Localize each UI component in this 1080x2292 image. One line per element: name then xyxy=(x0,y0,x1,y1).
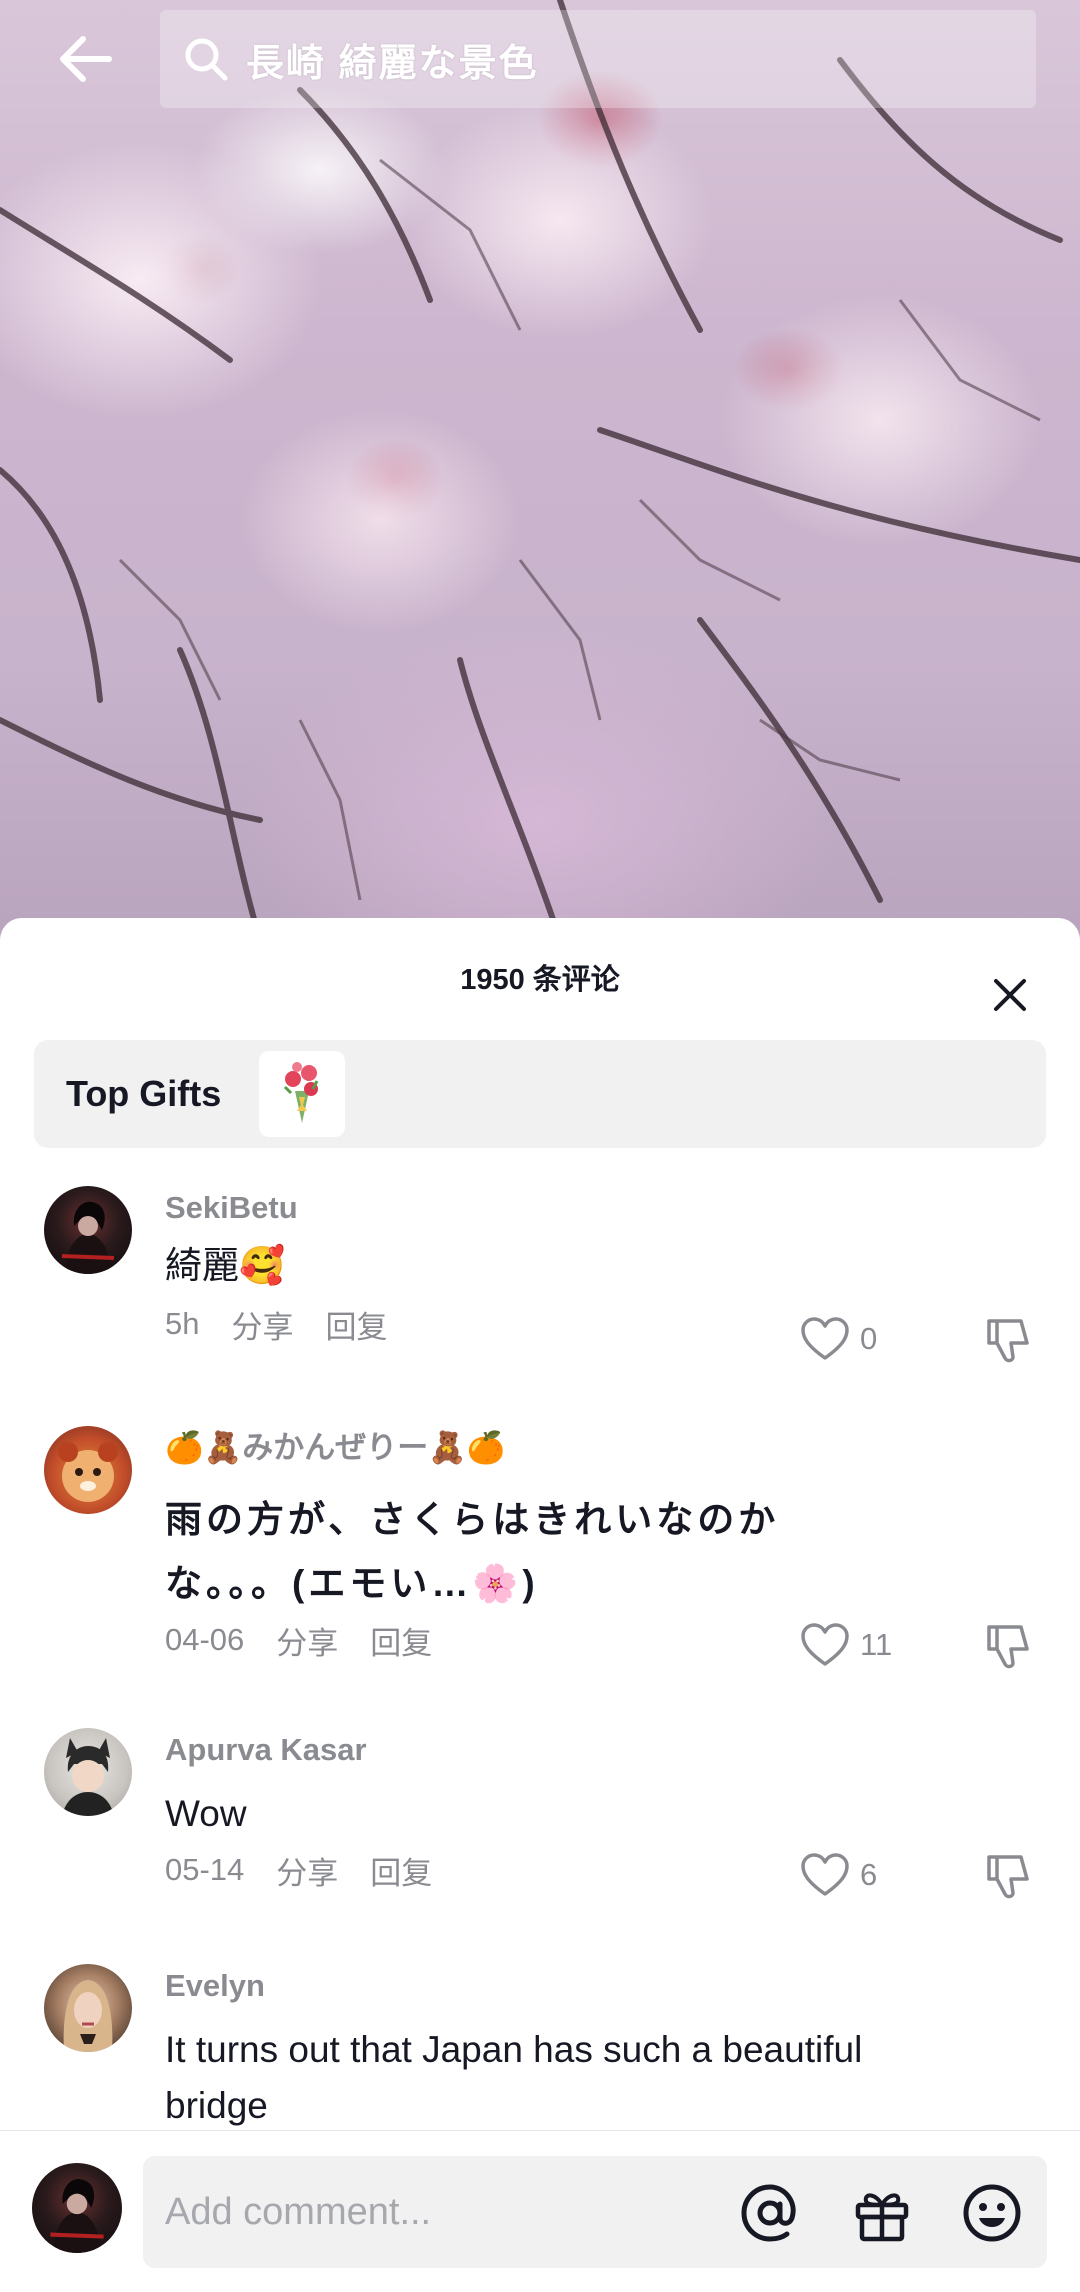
share-link[interactable]: 分享 xyxy=(276,1618,338,1663)
avatar-image xyxy=(58,1442,118,1502)
emoji-button[interactable] xyxy=(961,2182,1023,2244)
comment-item: 🍊🧸みかんぜりー🧸🍊 雨の方が、さくらはきれいなのか な。。。(エモい…🌸) 0… xyxy=(0,1426,1080,1728)
heart-icon xyxy=(801,1853,849,1896)
close-icon xyxy=(994,979,1026,1011)
top-gifts-label: Top Gifts xyxy=(66,1073,222,1114)
blossom-branches xyxy=(0,0,1080,940)
comment-text: 綺麗🥰 xyxy=(165,1245,286,1286)
search-query[interactable]: 長崎 綺麗な景色 xyxy=(246,32,539,87)
comment-count-title: 1950 条评论 xyxy=(460,964,620,996)
like-count: 11 xyxy=(860,1627,893,1662)
mention-icon xyxy=(741,2184,796,2242)
gift-tile[interactable] xyxy=(259,1051,346,1137)
sheet-header: 1950 条评论 xyxy=(0,918,1080,1038)
like-button[interactable]: 11 xyxy=(800,1622,900,1668)
like-button[interactable]: 6 xyxy=(800,1852,900,1898)
dislike-button[interactable] xyxy=(980,1848,1036,1904)
comment-text: Wow xyxy=(165,1793,247,1834)
comments-sheet: 1950 条评论 Top Gifts SekiBetu 綺麗🥰 5h 分享 回复… xyxy=(0,918,1080,2292)
heart-icon xyxy=(801,1317,849,1360)
comment-list: SekiBetu 綺麗🥰 5h 分享 回复 0 🍊🧸みかんぜりー🧸🍊 雨の方が、… xyxy=(0,1186,1080,2164)
my-avatar[interactable] xyxy=(32,2163,122,2253)
comment-time: 5h xyxy=(165,1306,200,1341)
thumbs-down-icon xyxy=(987,1855,1029,1899)
emoji-icon xyxy=(963,2184,1021,2242)
comment-username[interactable]: Apurva Kasar xyxy=(165,1728,985,1772)
avatar[interactable] xyxy=(44,1964,132,2052)
comment-input[interactable] xyxy=(165,2156,725,2268)
dislike-button[interactable] xyxy=(980,1618,1036,1674)
comment-time: 04-06 xyxy=(165,1622,245,1657)
heart-icon xyxy=(801,1623,849,1666)
comment-username[interactable]: Evelyn xyxy=(165,1964,985,2008)
avatar-image xyxy=(63,1980,113,2052)
avatar-image xyxy=(62,1738,114,1816)
share-link[interactable]: 分享 xyxy=(231,1302,293,1347)
search-icon xyxy=(185,38,228,81)
avatar[interactable] xyxy=(44,1186,132,1274)
reply-link[interactable]: 回复 xyxy=(370,1848,432,1893)
avatar-image xyxy=(50,2179,104,2253)
reply-link[interactable]: 回复 xyxy=(370,1618,432,1663)
comment-body: Evelyn It turns out that Japan has such … xyxy=(165,1964,985,2136)
comment-item: SekiBetu 綺麗🥰 5h 分享 回复 0 xyxy=(0,1186,1080,1426)
reply-link[interactable]: 回复 xyxy=(325,1302,387,1347)
dislike-button[interactable] xyxy=(980,1312,1036,1368)
avatar[interactable] xyxy=(44,1728,132,1816)
comment-item: Apurva Kasar Wow 05-14 分享 回复 6 xyxy=(0,1728,1080,1964)
gift-icon xyxy=(855,2193,909,2242)
share-link[interactable]: 分享 xyxy=(276,1848,338,1893)
like-count: 0 xyxy=(860,1321,878,1356)
search-bar[interactable]: 長崎 綺麗な景色 xyxy=(160,10,1036,108)
like-count: 6 xyxy=(860,1857,878,1892)
like-button[interactable]: 0 xyxy=(800,1316,900,1362)
thumbs-down-icon xyxy=(987,1319,1029,1363)
comment-text-line-1: It turns out that Japan has such a beaut… xyxy=(165,2029,863,2070)
thumbs-down-icon xyxy=(987,1625,1029,1669)
avatar[interactable] xyxy=(44,1426,132,1514)
comment-text-line-2: な。。。(エモい…🌸) xyxy=(165,1563,539,1604)
mention-button[interactable] xyxy=(739,2182,801,2244)
bouquet-icon xyxy=(284,1062,319,1123)
avatar-image xyxy=(61,1201,115,1274)
comment-username[interactable]: SekiBetu xyxy=(165,1186,985,1230)
comment-input-wrap xyxy=(143,2156,1047,2268)
comment-text-line-2: bridge xyxy=(165,2085,268,2126)
comment-text-line-1: 雨の方が、さくらはきれいなのか xyxy=(165,1499,780,1540)
comment-composer xyxy=(0,2130,1080,2292)
back-arrow-icon xyxy=(60,36,112,82)
comment-username[interactable]: 🍊🧸みかんぜりー🧸🍊 xyxy=(165,1426,985,1470)
video-background[interactable] xyxy=(0,0,1080,940)
top-gifts-bar[interactable]: Top Gifts xyxy=(34,1040,1046,1148)
back-button[interactable] xyxy=(50,28,120,90)
comment-time: 05-14 xyxy=(165,1852,245,1887)
gift-button[interactable] xyxy=(851,2182,913,2244)
close-button[interactable] xyxy=(985,970,1035,1020)
